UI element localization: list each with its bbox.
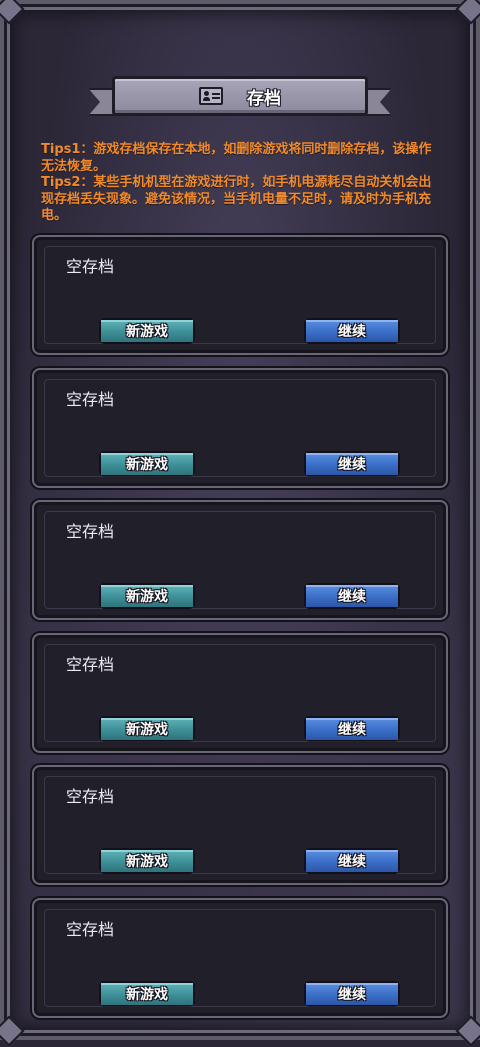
frame-corner-ornament xyxy=(455,1015,480,1047)
slot-status-label: 空存档 xyxy=(66,257,115,276)
new-game-button[interactable]: 新游戏 xyxy=(99,716,195,742)
frame-corner-ornament xyxy=(0,1015,25,1047)
save-slot: 空存档 新游戏 继续 xyxy=(32,897,448,1018)
tip-2: Tips2：某些手机机型在游戏进行时，如手机电源耗尽自动关机会出现存档丢失现象。… xyxy=(41,175,432,223)
continue-button[interactable]: 继续 xyxy=(304,716,400,742)
continue-button[interactable]: 继续 xyxy=(304,981,400,1007)
slot-status-label: 空存档 xyxy=(66,787,115,806)
continue-button[interactable]: 继续 xyxy=(304,451,400,477)
new-game-button[interactable]: 新游戏 xyxy=(99,451,195,477)
new-game-button[interactable]: 新游戏 xyxy=(99,318,195,344)
save-slot: 空存档 新游戏 继续 xyxy=(32,500,448,620)
slot-status-label: 空存档 xyxy=(66,522,115,541)
id-card-icon xyxy=(199,87,223,105)
save-slot: 空存档 新游戏 继续 xyxy=(32,765,448,885)
frame-corner-ornament xyxy=(0,0,25,25)
slot-status-label: 空存档 xyxy=(66,654,115,674)
banner-plate: 存档 xyxy=(112,76,368,116)
save-slot: 空存档 新游戏 继续 xyxy=(32,367,448,488)
tip-1: Tips1：游戏存档保存在本地，如删除游戏将同时删除存档，该操作无法恢复。 xyxy=(41,142,432,174)
new-game-button[interactable]: 新游戏 xyxy=(99,981,195,1007)
save-slot: 空存档 新游戏 继续 xyxy=(32,235,448,355)
continue-button[interactable]: 继续 xyxy=(304,848,400,874)
continue-button[interactable]: 继续 xyxy=(304,318,400,344)
new-game-button[interactable]: 新游戏 xyxy=(99,583,195,609)
continue-button[interactable]: 继续 xyxy=(304,583,400,609)
page-title: 存档 xyxy=(247,88,281,109)
new-game-button[interactable]: 新游戏 xyxy=(99,848,195,874)
title-banner: 存档 xyxy=(88,74,392,124)
slot-status-label: 空存档 xyxy=(66,919,115,939)
slot-status-label: 空存档 xyxy=(66,389,115,409)
save-slot: 空存档 新游戏 继续 xyxy=(32,632,448,753)
save-slot-list: 空存档 新游戏 继续 空存档 新游戏 继续 空存档 新游戏 继续 空存档 新游戏… xyxy=(32,235,448,1030)
frame-corner-ornament xyxy=(455,0,480,25)
tips-text: Tips1：游戏存档保存在本地，如删除游戏将同时删除存档，该操作无法恢复。 Ti… xyxy=(41,142,441,225)
